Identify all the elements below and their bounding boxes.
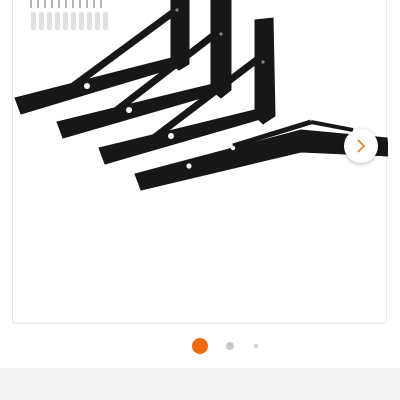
- product-image-card[interactable]: [12, 0, 388, 324]
- pager-dot-1[interactable]: [192, 338, 208, 354]
- pager-dot-3[interactable]: [254, 344, 258, 348]
- footer-band: [0, 368, 400, 400]
- next-image-button[interactable]: [344, 129, 378, 163]
- carousel-pagination: [0, 336, 400, 356]
- chevron-right-icon: [357, 139, 366, 153]
- pager-dot-2[interactable]: [226, 342, 234, 350]
- wall-anchors: [31, 12, 108, 30]
- screw-set: [30, 0, 102, 8]
- product-image: [14, 0, 388, 191]
